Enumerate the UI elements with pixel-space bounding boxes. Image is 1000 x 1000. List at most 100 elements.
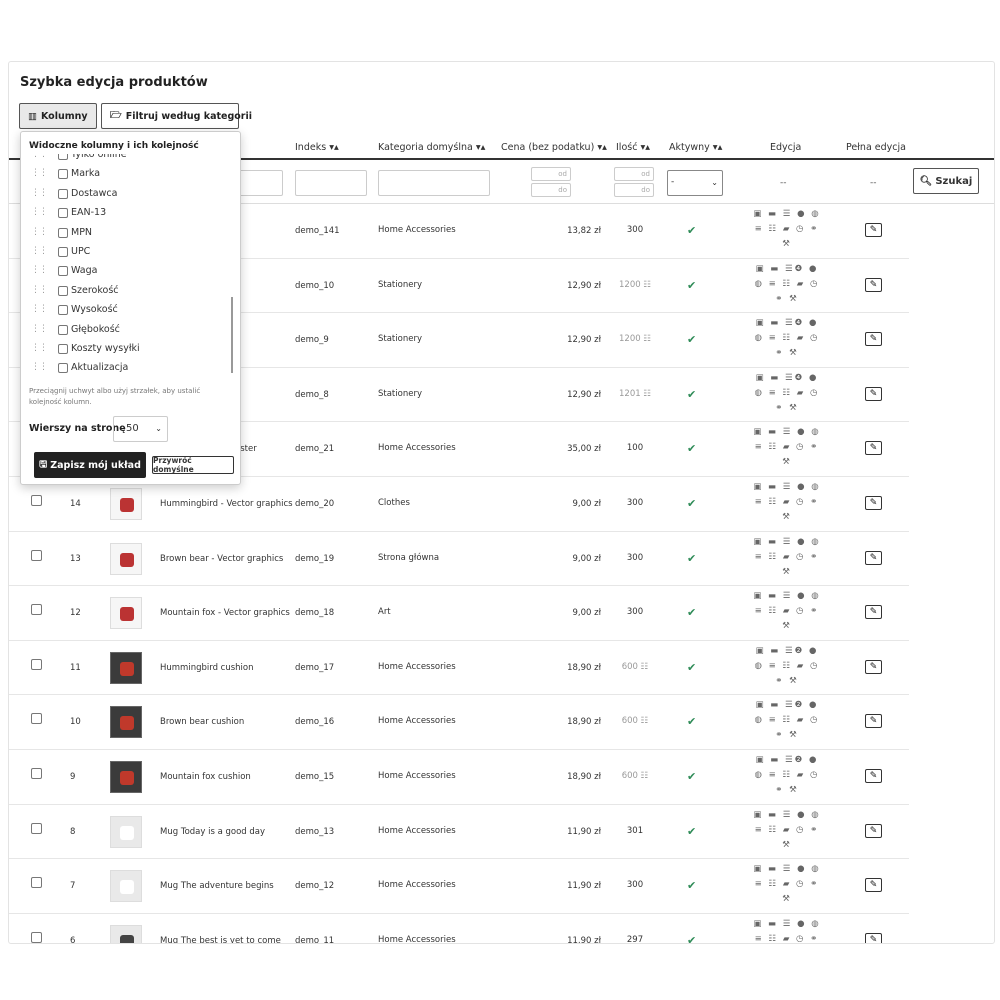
row-checkbox[interactable]: [31, 604, 42, 616]
product-quantity[interactable]: 1201 ☷: [605, 389, 665, 399]
pencil-icon[interactable]: ✎: [865, 332, 882, 347]
edit-icons-line[interactable]: ▣ ▬ ☰❷ ●: [737, 698, 837, 713]
save-layout-button[interactable]: 🖫 Zapisz mój układ: [34, 452, 146, 478]
row-checkbox[interactable]: [31, 877, 42, 889]
edit-icons-line[interactable]: ◍ ≡ ☷ ▰ ◷: [737, 277, 837, 292]
row-checkbox[interactable]: [31, 549, 42, 561]
edit-icons-line[interactable]: ▣ ▬ ☰ ● ◍: [737, 589, 837, 604]
header-price[interactable]: Cena (bez podatku) ▾▴: [501, 142, 607, 153]
edit-icons-group[interactable]: ▣ ▬ ☰❷ ● ◍ ≡ ☷ ▰ ◷ ⚭ ⚒: [737, 753, 837, 798]
column-checkbox[interactable]: [58, 305, 68, 316]
active-check-icon[interactable]: ✔: [687, 715, 696, 728]
edit-icons-line[interactable]: ▣ ▬ ☰ ● ◍: [737, 425, 837, 440]
product-name[interactable]: Hummingbird - Vector graphics: [160, 499, 293, 509]
edit-icons-group[interactable]: ▣ ▬ ☰❹ ● ◍ ≡ ☷ ▰ ◷ ⚭ ⚒: [737, 371, 837, 416]
product-price[interactable]: 11,90 zł: [499, 936, 601, 943]
product-quantity[interactable]: 600 ☷: [605, 662, 665, 672]
product-thumbnail[interactable]: [110, 760, 142, 793]
product-name[interactable]: Mug Today is a good day: [160, 827, 265, 837]
edit-icons-line[interactable]: ▣ ▬ ☰❹ ●: [737, 371, 837, 386]
pencil-icon[interactable]: ✎: [865, 223, 882, 237]
product-price[interactable]: 9,00 zł: [499, 554, 601, 564]
edit-icons-line[interactable]: ⚒: [737, 892, 837, 907]
product-quantity[interactable]: 300: [605, 498, 665, 508]
edit-icons-line[interactable]: ≡ ☷ ▰ ◷ ⚭: [737, 440, 837, 455]
columns-list[interactable]: ⋮⋮ Tylko online ⋮⋮ Marka ⋮⋮ Dostawca ⋮⋮ EAN-13 ⋮…: [21, 154, 233, 394]
active-check-icon[interactable]: ✔: [687, 825, 696, 838]
product-quantity[interactable]: 300: [605, 553, 665, 563]
edit-icons-group[interactable]: ▣ ▬ ☰ ● ◍≡ ☷ ▰ ◷ ⚭⚒: [737, 535, 837, 580]
active-check-icon[interactable]: ✔: [687, 224, 696, 237]
column-option[interactable]: ⋮⋮ Szerokość: [21, 283, 233, 301]
drag-handle-icon[interactable]: ⋮⋮: [31, 324, 48, 334]
row-checkbox[interactable]: [31, 931, 42, 943]
edit-icons-line[interactable]: ▣ ▬ ☰ ● ◍: [737, 917, 837, 932]
columns-list-scrollbar[interactable]: [231, 297, 233, 373]
edit-icons-line[interactable]: ▣ ▬ ☰❹ ●: [737, 316, 837, 331]
edit-icons-line[interactable]: ▣ ▬ ☰ ● ◍: [737, 862, 837, 877]
active-check-icon[interactable]: ✔: [687, 606, 696, 619]
product-thumbnail[interactable]: [110, 487, 142, 520]
index-filter-input[interactable]: [295, 170, 367, 196]
active-filter-select[interactable]: - ⌄: [667, 170, 723, 196]
drag-handle-icon[interactable]: ⋮⋮: [31, 343, 48, 353]
product-name[interactable]: Mountain fox cushion: [160, 772, 251, 782]
edit-icons-line[interactable]: ⚭ ⚒: [737, 401, 837, 416]
column-option[interactable]: ⋮⋮ Dostawca: [21, 186, 233, 204]
edit-icons-line[interactable]: ▣ ▬ ☰ ● ◍: [737, 808, 837, 823]
row-checkbox[interactable]: [31, 658, 42, 670]
active-check-icon[interactable]: ✔: [687, 279, 696, 292]
edit-icons-group[interactable]: ▣ ▬ ☰ ● ◍≡ ☷ ▰ ◷ ⚭⚒: [737, 917, 837, 943]
edit-icons-group[interactable]: ▣ ▬ ☰ ● ◍≡ ☷ ▰ ◷ ⚭⚒: [737, 589, 837, 634]
column-option[interactable]: ⋮⋮ Koszty wysyłki: [21, 341, 233, 359]
product-quantity[interactable]: 600 ☷: [605, 771, 665, 781]
product-quantity[interactable]: 300: [605, 225, 665, 235]
column-checkbox[interactable]: [58, 227, 68, 238]
product-thumbnail[interactable]: [110, 651, 142, 684]
drag-handle-icon[interactable]: ⋮⋮: [31, 227, 48, 237]
product-price[interactable]: 9,00 zł: [499, 608, 601, 618]
header-index[interactable]: Indeks ▾▴: [295, 142, 339, 153]
row-checkbox[interactable]: [31, 767, 42, 779]
product-name[interactable]: Mountain fox - Vector graphics: [160, 608, 290, 618]
edit-icons-group[interactable]: ▣ ▬ ☰❹ ● ◍ ≡ ☷ ▰ ◷ ⚭ ⚒: [737, 262, 837, 307]
drag-handle-icon[interactable]: ⋮⋮: [31, 304, 48, 314]
edit-icons-line[interactable]: ▣ ▬ ☰ ● ◍: [737, 480, 837, 495]
edit-icons-line[interactable]: ◍ ≡ ☷ ▰ ◷: [737, 713, 837, 728]
column-checkbox[interactable]: [58, 247, 68, 257]
product-thumbnail[interactable]: [110, 706, 142, 739]
header-category[interactable]: Kategoria domyślna ▾▴: [378, 142, 485, 153]
active-check-icon[interactable]: ✔: [687, 770, 696, 783]
pencil-icon[interactable]: ✎: [865, 386, 882, 401]
row-checkbox[interactable]: [31, 822, 42, 834]
drag-handle-icon[interactable]: ⋮⋮: [31, 265, 48, 275]
pencil-icon[interactable]: ✎: [865, 714, 882, 729]
product-name[interactable]: Mug The adventure begins: [160, 881, 274, 891]
edit-icons-group[interactable]: ▣ ▬ ☰ ● ◍≡ ☷ ▰ ◷ ⚭⚒: [737, 480, 837, 525]
edit-icons-line[interactable]: ≡ ☷ ▰ ◷ ⚭: [737, 550, 837, 565]
edit-icons-line[interactable]: ▣ ▬ ☰ ● ◍: [737, 207, 837, 222]
pencil-icon[interactable]: ✎: [865, 878, 882, 893]
pencil-icon[interactable]: ✎: [865, 823, 882, 838]
edit-icons-line[interactable]: ⚒: [737, 565, 837, 580]
active-check-icon[interactable]: ✔: [687, 333, 696, 346]
drag-handle-icon[interactable]: ⋮⋮: [31, 362, 48, 372]
qty-to-input[interactable]: do: [614, 183, 654, 197]
pencil-icon[interactable]: ✎: [865, 441, 882, 456]
edit-icons-line[interactable]: ◍ ≡ ☷ ▰ ◷: [737, 659, 837, 674]
edit-icons-group[interactable]: ▣ ▬ ☰❹ ● ◍ ≡ ☷ ▰ ◷ ⚭ ⚒: [737, 316, 837, 361]
edit-icons-line[interactable]: ◍ ≡ ☷ ▰ ◷: [737, 768, 837, 783]
product-thumbnail[interactable]: [110, 542, 142, 575]
edit-icons-line[interactable]: ⚒: [737, 455, 837, 470]
edit-icons-line[interactable]: ▣ ▬ ☰❹ ●: [737, 262, 837, 277]
column-checkbox[interactable]: [58, 188, 68, 199]
edit-icons-group[interactable]: ▣ ▬ ☰ ● ◍≡ ☷ ▰ ◷ ⚭⚒: [737, 207, 837, 252]
edit-icons-group[interactable]: ▣ ▬ ☰❷ ● ◍ ≡ ☷ ▰ ◷ ⚭ ⚒: [737, 644, 837, 689]
product-thumbnail[interactable]: [110, 924, 142, 943]
drag-handle-icon[interactable]: ⋮⋮: [31, 154, 48, 159]
product-quantity[interactable]: 600 ☷: [605, 716, 665, 726]
edit-icons-group[interactable]: ▣ ▬ ☰❷ ● ◍ ≡ ☷ ▰ ◷ ⚭ ⚒: [737, 698, 837, 743]
column-checkbox[interactable]: [58, 169, 68, 180]
header-active[interactable]: Aktywny ▾▴: [669, 142, 722, 153]
edit-icons-line[interactable]: ≡ ☷ ▰ ◷ ⚭: [737, 604, 837, 619]
